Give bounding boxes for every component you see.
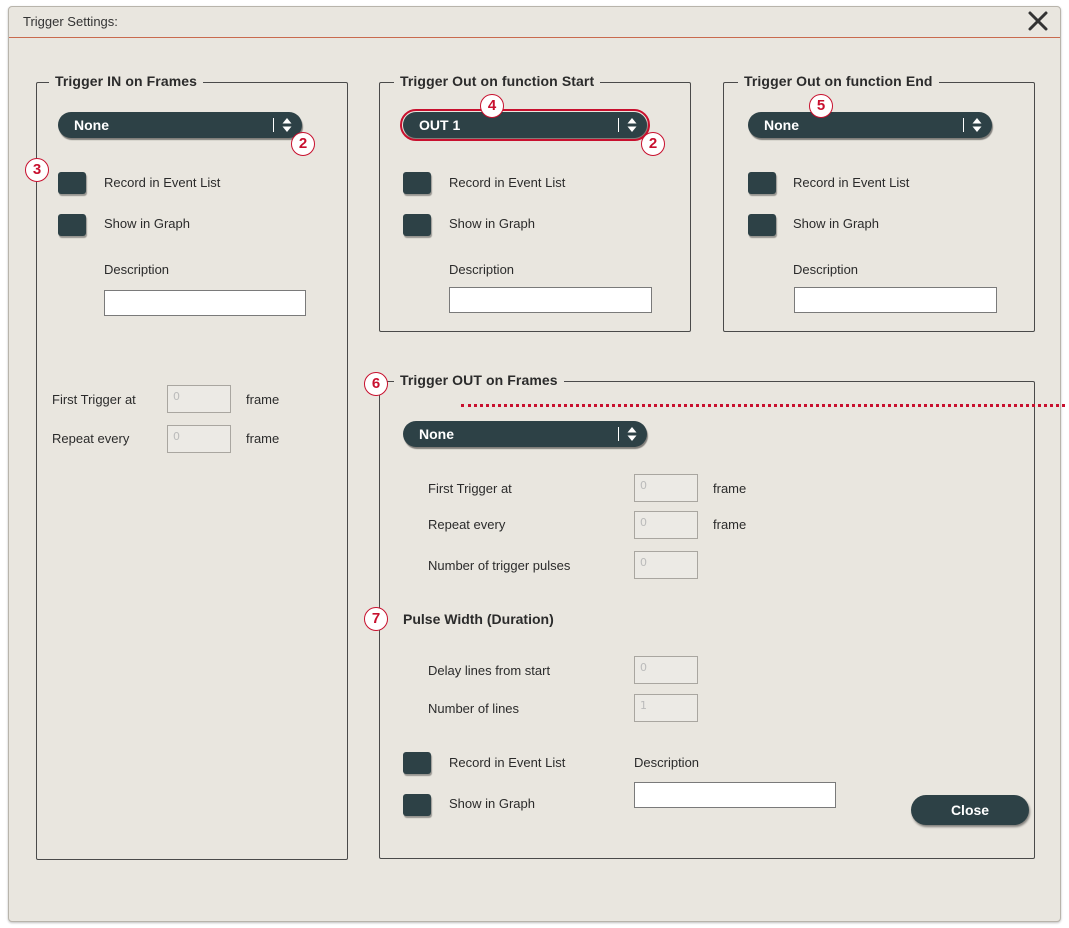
trigger-out-start-dropdown[interactable]: OUT 1 [400, 109, 650, 141]
trigger-in-repeat-unit: frame [246, 431, 280, 446]
trigger-out-start-legend: Trigger Out on function Start [394, 73, 601, 89]
delay-lines-label: Delay lines from start [428, 663, 551, 678]
trigger-in-first-label: First Trigger at [52, 392, 136, 407]
number-of-lines-input[interactable]: 1 [634, 694, 698, 722]
dialog-title: Trigger Settings: [23, 14, 118, 29]
up-down-arrows-icon [627, 118, 637, 132]
trigger-in-legend: Trigger IN on Frames [49, 73, 204, 89]
trigger-out-frames-record-checkbox[interactable] [403, 752, 431, 774]
dropdown-value: None [764, 117, 799, 133]
callout-dotted-line [461, 404, 1065, 407]
trigger-in-first-input[interactable]: 0 [167, 385, 231, 413]
trigger-out-start-description-label: Description [449, 262, 515, 277]
trigger-out-start-record-label: Record in Event List [449, 175, 566, 190]
trigger-in-repeat-label: Repeat every [52, 431, 130, 446]
trigger-out-frames-description-input[interactable] [634, 782, 836, 808]
dropdown-value: None [419, 426, 454, 442]
trigger-out-end-graph-checkbox[interactable] [748, 214, 776, 236]
dropdown-separator [963, 118, 964, 132]
trigger-out-first-input[interactable]: 0 [634, 474, 698, 502]
trigger-out-repeat-unit: frame [713, 517, 747, 532]
trigger-out-start-record-checkbox[interactable] [403, 172, 431, 194]
trigger-out-frames-record-label: Record in Event List [449, 755, 566, 770]
close-button[interactable]: Close [911, 795, 1029, 825]
trigger-out-frames-description-label: Description [634, 755, 700, 770]
number-of-lines-label: Number of lines [428, 701, 520, 716]
trigger-out-pulses-input[interactable]: 0 [634, 551, 698, 579]
dropdown-value: None [74, 117, 109, 133]
trigger-out-start-graph-checkbox[interactable] [403, 214, 431, 236]
trigger-out-first-unit: frame [713, 481, 747, 496]
dropdown-value: OUT 1 [419, 117, 461, 133]
trigger-in-group: Trigger IN on Frames [36, 73, 348, 860]
callout-badge-3: 3 [25, 158, 49, 182]
trigger-out-frames-graph-label: Show in Graph [449, 796, 535, 811]
trigger-out-first-label: First Trigger at [428, 481, 512, 496]
dropdown-separator [618, 118, 619, 132]
trigger-in-graph-label: Show in Graph [104, 216, 190, 231]
trigger-out-start-description-input[interactable] [449, 287, 652, 313]
pulse-width-title: Pulse Width (Duration) [403, 611, 554, 627]
trigger-out-end-description-label: Description [793, 262, 859, 277]
trigger-out-end-description-input[interactable] [794, 287, 997, 313]
callout-badge-5: 5 [809, 94, 833, 118]
trigger-out-end-dropdown[interactable]: None [748, 112, 992, 138]
trigger-in-dropdown[interactable]: None [58, 112, 302, 138]
up-down-arrows-icon [972, 118, 982, 132]
callout-badge-2-start: 2 [641, 132, 665, 156]
trigger-in-repeat-input[interactable]: 0 [167, 425, 231, 453]
dropdown-separator [273, 118, 274, 132]
trigger-out-repeat-input[interactable]: 0 [634, 511, 698, 539]
trigger-out-repeat-label: Repeat every [428, 517, 506, 532]
trigger-out-frames-graph-checkbox[interactable] [403, 794, 431, 816]
trigger-out-end-graph-label: Show in Graph [793, 216, 879, 231]
trigger-in-record-label: Record in Event List [104, 175, 221, 190]
trigger-out-end-record-checkbox[interactable] [748, 172, 776, 194]
up-down-arrows-icon [282, 118, 292, 132]
callout-badge-6: 6 [364, 372, 388, 396]
trigger-out-start-graph-label: Show in Graph [449, 216, 535, 231]
trigger-out-pulses-label: Number of trigger pulses [428, 558, 571, 573]
trigger-out-end-record-label: Record in Event List [793, 175, 910, 190]
trigger-out-end-legend: Trigger Out on function End [738, 73, 939, 89]
title-bar: Trigger Settings: [9, 7, 1060, 38]
trigger-out-frames-legend: Trigger OUT on Frames [394, 372, 564, 388]
up-down-arrows-icon [627, 427, 637, 441]
callout-badge-4: 4 [480, 94, 504, 118]
trigger-in-graph-checkbox[interactable] [58, 214, 86, 236]
trigger-in-record-checkbox[interactable] [58, 172, 86, 194]
delay-lines-input[interactable]: 0 [634, 656, 698, 684]
trigger-in-first-unit: frame [246, 392, 280, 407]
trigger-out-frames-dropdown[interactable]: None [403, 421, 647, 447]
dropdown-separator [618, 427, 619, 441]
callout-badge-7: 7 [364, 607, 388, 631]
close-x-icon[interactable] [1024, 5, 1052, 35]
trigger-in-description-input[interactable] [104, 290, 306, 316]
callout-badge-2-in: 2 [291, 132, 315, 156]
trigger-in-description-label: Description [104, 262, 170, 277]
